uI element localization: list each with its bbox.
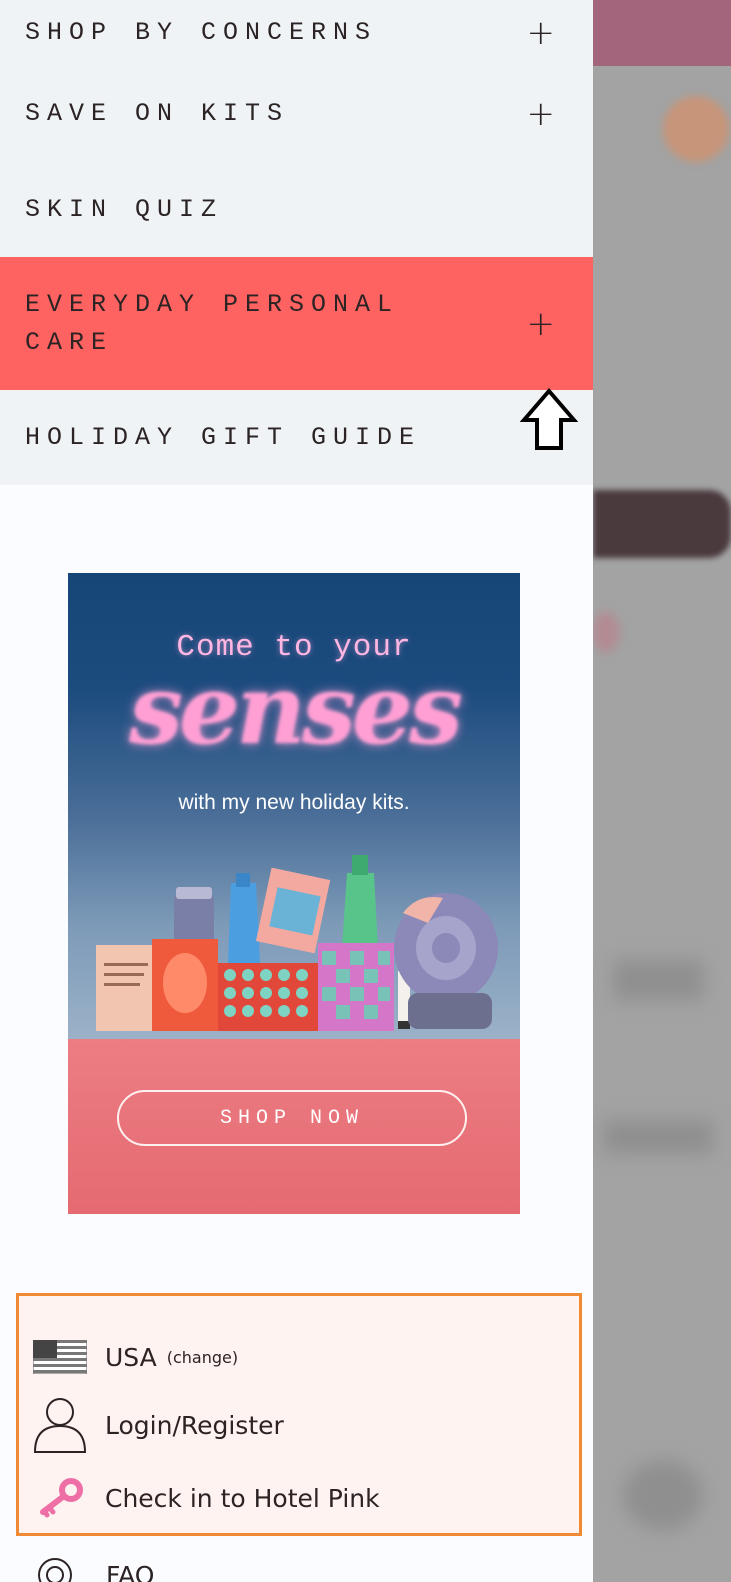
hotel-pink-link[interactable]: Check in to Hotel Pink [33, 1478, 380, 1518]
us-flag-icon [33, 1340, 87, 1374]
menu-item-label: SHOP BY CONCERNS [25, 18, 378, 47]
country-label: USA [105, 1342, 157, 1372]
background-header-bar [593, 0, 731, 66]
background-text-blur [613, 960, 703, 1000]
login-register-label: Login/Register [105, 1410, 284, 1440]
menu-item-skin-quiz[interactable]: SKIN QUIZ [0, 162, 593, 257]
plus-icon[interactable]: + [527, 304, 556, 344]
menu-item-holiday-gift-guide[interactable]: HOLIDAY GIFT GUIDE [0, 390, 593, 485]
lifebuoy-icon [38, 1558, 72, 1582]
navigation-drawer: SHOP BY CONCERNS + SAVE ON KITS + SKIN Q… [0, 0, 593, 1582]
background-button-blur [593, 490, 731, 558]
background-text-blur [603, 1120, 713, 1154]
menu-item-shop-by-concerns[interactable]: SHOP BY CONCERNS + [0, 0, 593, 66]
plus-icon[interactable]: + [527, 94, 556, 134]
user-icon [33, 1398, 87, 1453]
menu-item-everyday-personal-care[interactable]: EVERYDAY PERSONAL CARE + [0, 257, 593, 390]
login-register-link[interactable]: Login/Register [33, 1396, 284, 1454]
menu-item-save-on-kits[interactable]: SAVE ON KITS + [0, 66, 593, 162]
menu-item-label: SAVE ON KITS [25, 99, 290, 128]
menu-item-label: EVERYDAY PERSONAL CARE [25, 289, 400, 357]
change-country-link[interactable]: (change) [167, 1348, 238, 1367]
account-section: USA (change) Login/Register Check in to … [16, 1293, 582, 1536]
hotel-pink-label: Check in to Hotel Pink [105, 1483, 380, 1513]
promo-banner[interactable]: Come to your senses with my new holiday … [68, 573, 520, 1214]
plus-icon[interactable]: + [527, 13, 556, 53]
country-selector[interactable]: USA (change) [33, 1340, 238, 1374]
menu-item-label: HOLIDAY GIFT GUIDE [25, 422, 422, 452]
shop-now-button[interactable]: SHOP NOW [117, 1090, 467, 1146]
main-menu: SHOP BY CONCERNS + SAVE ON KITS + SKIN Q… [0, 0, 593, 485]
faq-label: FAQ [106, 1560, 155, 1582]
cursor-arrow-icon [520, 388, 578, 450]
background-avatar-blur [663, 96, 729, 162]
background-accent-blur [593, 612, 619, 652]
background-image-blur [623, 1460, 703, 1530]
key-icon [40, 1478, 83, 1518]
faq-link[interactable]: FAQ [36, 1556, 154, 1582]
background-page-overlay[interactable] [593, 0, 731, 1582]
menu-item-label: SKIN QUIZ [25, 194, 224, 224]
